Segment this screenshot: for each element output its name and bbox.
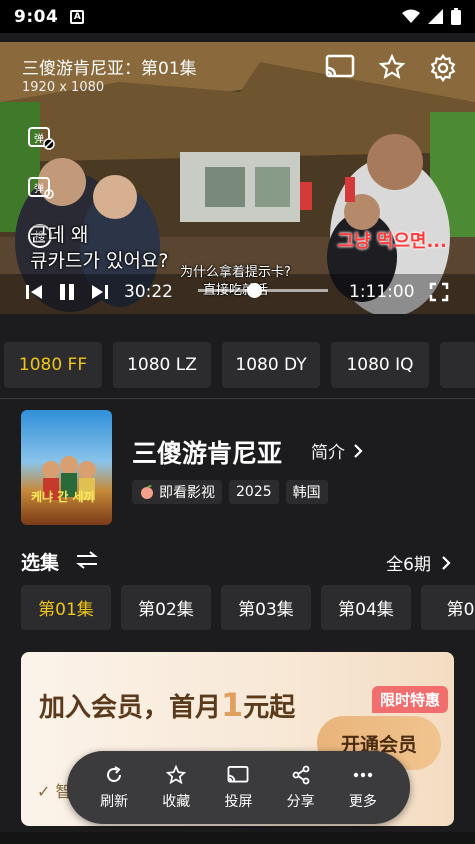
poster-title: 케냐 간 세끼 bbox=[31, 490, 95, 504]
skip-next-icon bbox=[92, 285, 108, 299]
show-info: 케냐 간 세끼 三傻游肯尼亚 简介 即看影视 2025 韩国 bbox=[21, 410, 461, 525]
episode-header: 选集 全6期 bbox=[21, 546, 461, 576]
current-time: 30:22 bbox=[124, 282, 173, 302]
battery-icon bbox=[451, 8, 461, 25]
pause-button[interactable] bbox=[58, 282, 76, 302]
show-title: 三傻游肯尼亚 bbox=[132, 439, 283, 468]
favorite-label: 收藏 bbox=[162, 793, 191, 810]
divider bbox=[0, 398, 475, 399]
favorite-button[interactable]: 收藏 bbox=[162, 764, 191, 811]
more-icon bbox=[353, 772, 373, 777]
skip-previous-button[interactable] bbox=[24, 282, 44, 302]
poster-art bbox=[42, 456, 96, 500]
all-episodes-label: 全6期 bbox=[386, 555, 431, 575]
tag-region: 韩国 bbox=[285, 480, 328, 504]
quality-option[interactable]: 10 bbox=[440, 342, 475, 388]
danmaku-off-icon[interactable]: 弹 bbox=[26, 122, 56, 152]
refresh-icon bbox=[107, 765, 122, 782]
cast-button[interactable]: 投屏 bbox=[224, 765, 252, 811]
tag-year: 2025 bbox=[229, 480, 279, 504]
more-label: 更多 bbox=[348, 793, 377, 810]
settings-icon[interactable] bbox=[429, 54, 457, 82]
share-icon bbox=[292, 765, 310, 784]
svg-text:弹: 弹 bbox=[34, 132, 44, 145]
episode-item[interactable]: 第05 bbox=[421, 585, 475, 630]
skip-next-button[interactable] bbox=[90, 282, 110, 302]
all-episodes-link[interactable]: 全6期 bbox=[386, 550, 451, 575]
status-bar: 9:04 A bbox=[0, 0, 475, 33]
more-button[interactable]: 更多 bbox=[349, 765, 377, 811]
bottom-edge bbox=[0, 832, 475, 844]
danmaku-settings-icon[interactable]: 弹 bbox=[26, 172, 56, 202]
promo-text: 加入会员，首月1元起 bbox=[39, 686, 295, 724]
notification-icon: A bbox=[70, 9, 85, 24]
status-time: 9:04 bbox=[14, 6, 59, 27]
quality-selector: 1080 FF 1080 LZ 1080 DY 1080 IQ 10 bbox=[0, 342, 475, 390]
show-tags: 即看影视 2025 韩国 bbox=[132, 480, 328, 504]
quality-option[interactable]: 1080 IQ bbox=[331, 342, 429, 388]
promo-text-post: 元起 bbox=[243, 693, 296, 723]
skip-previous-icon bbox=[26, 285, 42, 299]
video-title: 三傻游肯尼亚：第01集 bbox=[22, 59, 197, 79]
cast-label: 投屏 bbox=[224, 793, 253, 810]
promo-text-num: 1 bbox=[221, 686, 244, 724]
episode-item[interactable]: 第03集 bbox=[221, 585, 311, 630]
subtitle-line: 근데 왜 bbox=[30, 224, 89, 246]
star-icon bbox=[166, 764, 187, 784]
fullscreen-button[interactable] bbox=[429, 282, 449, 302]
wifi-icon bbox=[402, 9, 420, 23]
episode-list: 第01集 第02集 第03集 第04集 第05 bbox=[21, 585, 475, 630]
share-button[interactable]: 分享 bbox=[287, 765, 315, 811]
episode-item[interactable]: 第02集 bbox=[121, 585, 211, 630]
show-poster[interactable]: 케냐 간 세끼 bbox=[21, 410, 112, 525]
subtitle-korean-left: 근데 왜 큐카드가 있어요? bbox=[30, 222, 169, 274]
quality-option[interactable]: 1080 DY bbox=[222, 342, 320, 388]
tag-source: 即看影视 bbox=[132, 480, 222, 504]
fullscreen-icon bbox=[429, 282, 449, 302]
chevron-right-icon bbox=[354, 443, 363, 458]
action-bar: 刷新 收藏 投屏 分享 更多 bbox=[67, 751, 410, 824]
star-icon[interactable] bbox=[379, 54, 405, 80]
total-time: 1:11:00 bbox=[349, 282, 415, 302]
limited-offer-badge: 限时特惠 bbox=[371, 686, 448, 713]
video-resolution: 1920 x 1080 bbox=[22, 80, 105, 95]
cast-icon bbox=[228, 765, 249, 783]
quality-option[interactable]: 1080 FF bbox=[4, 342, 102, 388]
peach-icon bbox=[141, 485, 153, 499]
tag-label: 即看影视 bbox=[159, 485, 215, 501]
refresh-button[interactable]: 刷新 bbox=[100, 765, 128, 811]
episode-item[interactable]: 第04集 bbox=[321, 585, 411, 630]
cast-icon[interactable] bbox=[325, 54, 355, 80]
pause-icon bbox=[60, 284, 74, 300]
player-controls: 30:22 1:11:00 bbox=[0, 278, 475, 306]
subtitle-line: 큐카드가 있어요? bbox=[30, 250, 169, 272]
chevron-right-icon bbox=[442, 555, 451, 570]
video-player[interactable]: 三傻游肯尼亚：第01集 1920 x 1080 弹 弹 搜 근데 왜 큐카드가 … bbox=[0, 42, 475, 314]
episode-item[interactable]: 第01集 bbox=[21, 585, 111, 630]
quality-option[interactable]: 1080 LZ bbox=[113, 342, 211, 388]
intro-link[interactable]: 简介 bbox=[311, 438, 363, 463]
svg-text:弹: 弹 bbox=[34, 182, 44, 195]
episode-label: 选集 bbox=[21, 552, 60, 574]
intro-label: 简介 bbox=[311, 443, 345, 463]
promo-text-pre: 加入会员，首月 bbox=[39, 693, 222, 723]
subtitle-korean-right: 그냥 먹으면... bbox=[337, 231, 447, 252]
refresh-label: 刷新 bbox=[100, 793, 129, 810]
swap-order-icon[interactable] bbox=[75, 550, 99, 570]
signal-icon bbox=[428, 9, 443, 24]
share-label: 分享 bbox=[286, 793, 315, 810]
